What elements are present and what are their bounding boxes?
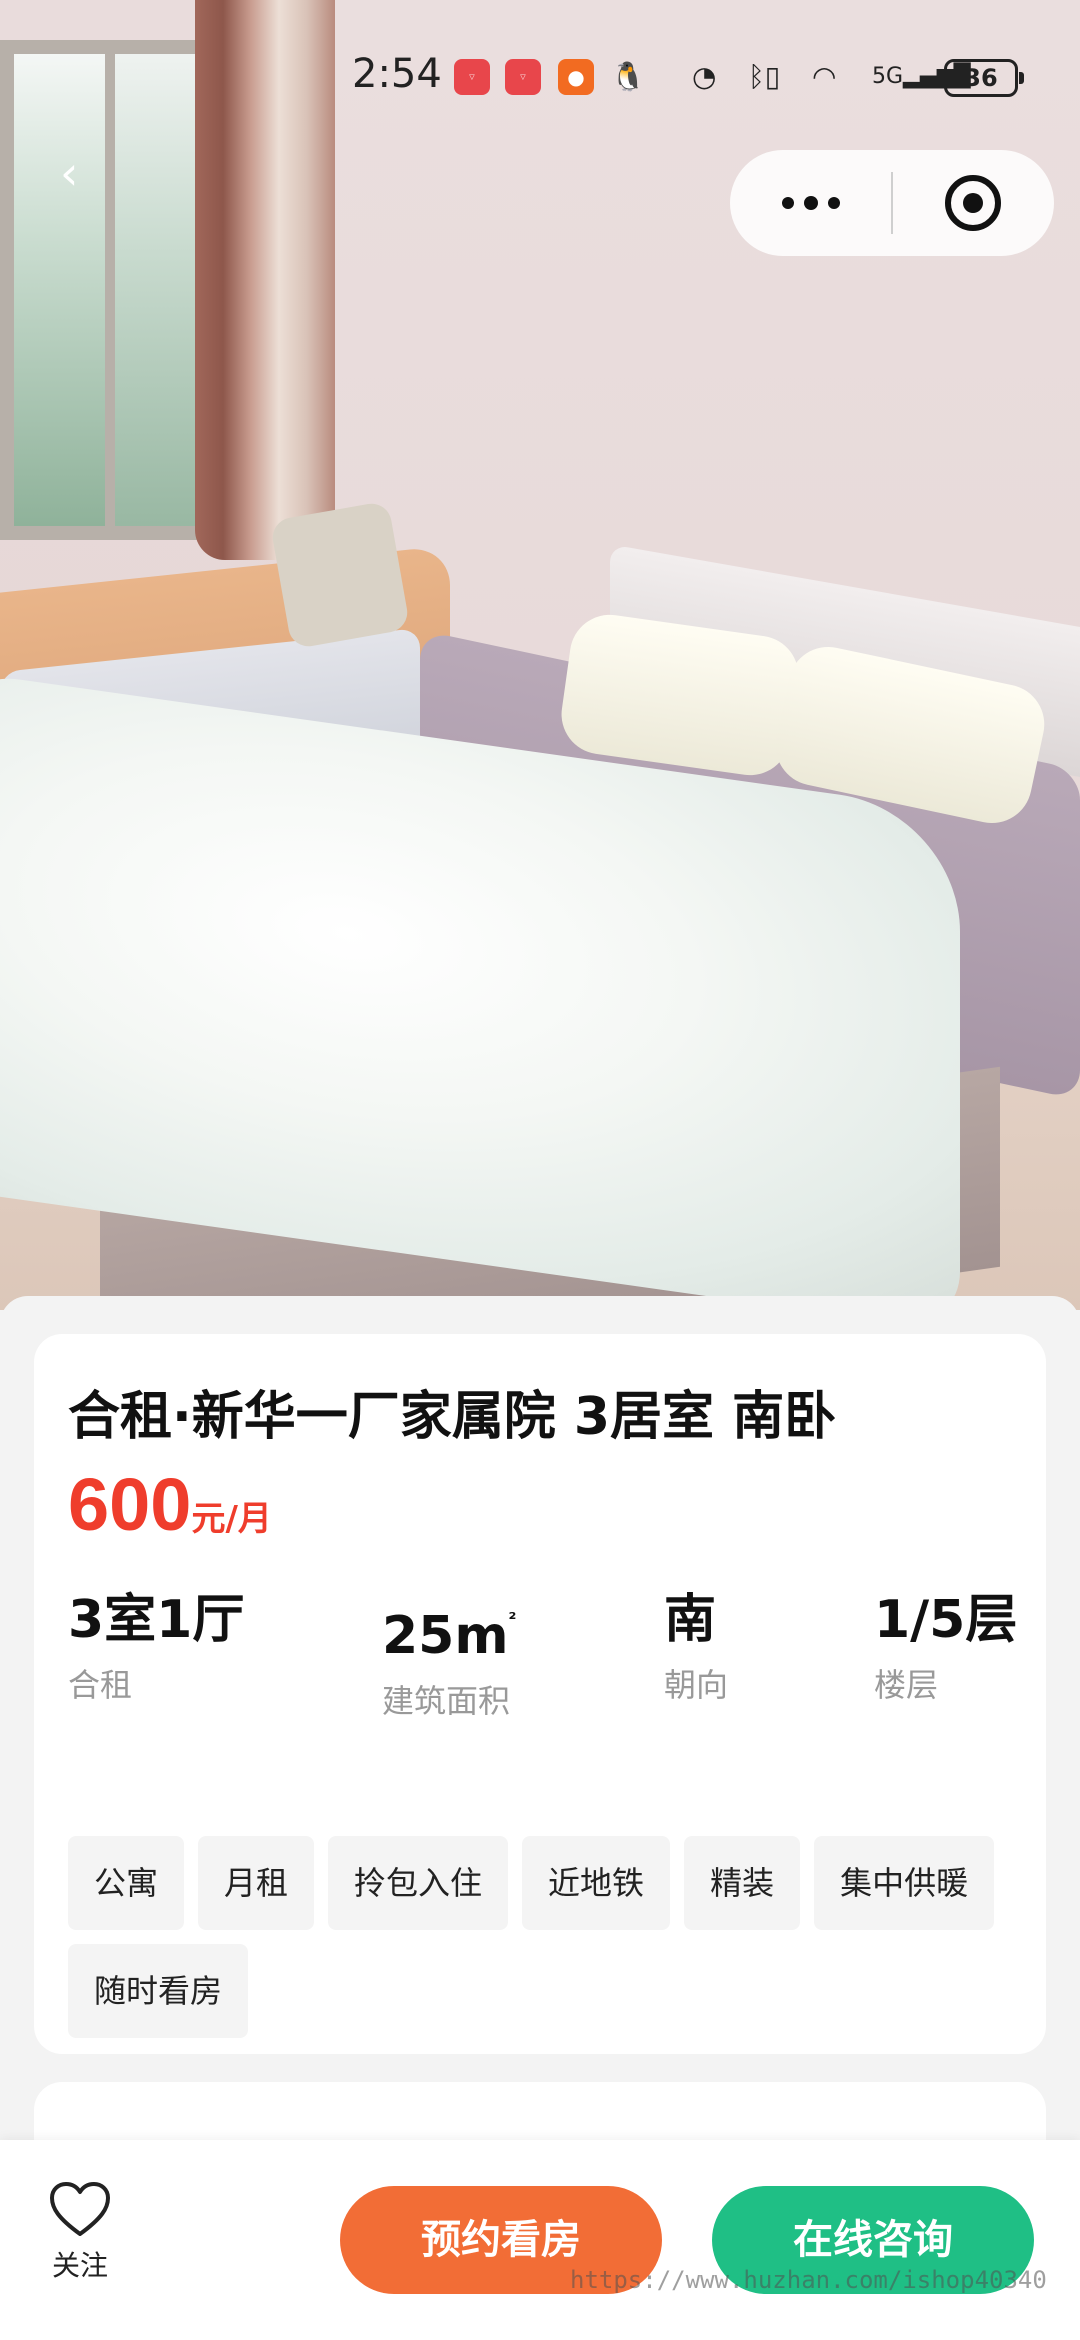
listing-info-card: 合租·新华一厂家属院 3居室 南卧 600元/月 3室1厅 合租 25m² 建筑… (34, 1334, 1046, 2054)
spec-value: 25m² (382, 1606, 517, 1666)
follow-label: 关注 (51, 2249, 108, 2282)
photo-sofa-pillow (269, 500, 411, 650)
miniprogram-capsule (730, 150, 1054, 256)
wifi-icon: ◠ (812, 60, 837, 93)
huawei-appgallery-icon: ▽ (505, 59, 541, 95)
speed-icon: ◔ (692, 60, 717, 93)
capsule-divider (891, 172, 893, 234)
spec-label: 朝向 (664, 1666, 729, 1704)
bluetooth-icon: ᛒ▯ (748, 60, 781, 93)
feature-tag: 精装 (684, 1836, 801, 1930)
qq-icon: 🐧 (610, 60, 646, 93)
spec-orientation: 南 朝向 (664, 1588, 728, 1706)
spec-label: 楼层 (874, 1666, 939, 1704)
spec-value: 1/5层 (874, 1590, 1018, 1650)
feature-tag: 拎包入住 (328, 1836, 509, 1930)
feature-tags: 公寓 月租 拎包入住 近地铁 精装 集中供暖 随时看房 (68, 1836, 1018, 2038)
feature-tag: 近地铁 (522, 1836, 671, 1930)
listing-price: 600元/月 (68, 1462, 272, 1547)
spec-label: 建筑面积 (382, 1682, 511, 1720)
feature-tag: 随时看房 (68, 1944, 249, 2038)
back-button[interactable]: ‹ (60, 148, 100, 198)
spec-label: 合租 (68, 1666, 133, 1704)
spec-area: 25m² 建筑面积 (382, 1588, 516, 1722)
spec-floor: 1/5层 楼层 (874, 1588, 1017, 1706)
price-value: 600 (68, 1463, 192, 1546)
status-bar: 2:54 ▽ ▽ ● 🐧 ◔ ᛒ▯ ◠ 5G▂▄▆█ 36 (0, 45, 1080, 115)
bottom-action-bar: 关注 预约看房 在线咨询 (0, 2140, 1080, 2340)
more-dots-icon (782, 197, 794, 209)
listing-title: 合租·新华一厂家属院 3居室 南卧 (68, 1387, 837, 1447)
battery-icon: 36 (944, 59, 1024, 97)
status-time: 2:54 (352, 51, 442, 97)
feature-tag: 集中供暖 (814, 1836, 995, 1930)
feature-tag: 公寓 (68, 1836, 185, 1930)
spec-value: 南 (664, 1590, 717, 1650)
close-target-icon[interactable] (945, 175, 1001, 231)
kuaishou-icon: ● (558, 59, 594, 95)
heart-icon (50, 2182, 110, 2236)
chevron-left-icon: ‹ (60, 146, 79, 200)
spec-value: 3室1厅 (68, 1590, 245, 1650)
spec-layout: 3室1厅 合租 (68, 1588, 244, 1706)
follow-button[interactable]: 关注 (40, 2180, 120, 2300)
feature-tag: 月租 (198, 1836, 315, 1930)
more-button[interactable] (730, 150, 892, 256)
huawei-appgallery-icon: ▽ (454, 59, 490, 95)
watermark: https://www.huzhan.com/ishop40340 (570, 2266, 1047, 2294)
price-unit: 元/月 (191, 1499, 272, 1539)
